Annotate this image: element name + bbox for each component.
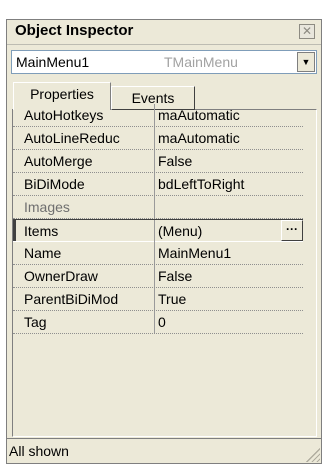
column-separator (154, 150, 155, 172)
component-name: MainMenu1 (16, 54, 90, 70)
property-value[interactable]: (Menu) (158, 223, 286, 239)
property-grid: AutoHotkeys maAutomatic AutoLineReduc ma… (13, 104, 303, 394)
property-row-autolinereduction[interactable]: AutoLineReduc maAutomatic (13, 127, 303, 150)
column-separator (154, 242, 155, 264)
property-name: ParentBiDiMod (24, 291, 119, 307)
column-separator (154, 288, 155, 310)
component-type: TMainMenu (164, 54, 238, 70)
ellipsis-button[interactable]: ··· (281, 220, 303, 241)
property-row-name[interactable]: Name MainMenu1 (13, 242, 303, 265)
property-name: Tag (24, 314, 47, 330)
property-name: OwnerDraw (24, 268, 98, 284)
property-value[interactable]: maAutomatic (158, 107, 286, 123)
property-value[interactable]: 0 (158, 314, 286, 330)
column-separator (154, 311, 155, 333)
property-row-images[interactable]: Images (13, 196, 303, 219)
column-separator (154, 127, 155, 149)
status-bar: All shown (7, 438, 321, 463)
property-row-parentbidimode[interactable]: ParentBiDiMod True (13, 288, 303, 311)
column-separator (154, 220, 155, 242)
close-icon[interactable]: ✕ (299, 24, 315, 39)
property-row-autohotkeys[interactable]: AutoHotkeys maAutomatic (13, 104, 303, 127)
column-separator (154, 196, 155, 218)
property-name: Images (24, 199, 70, 215)
property-value[interactable]: maAutomatic (158, 130, 286, 146)
selection-marker (13, 220, 16, 241)
property-value[interactable]: False (158, 153, 286, 169)
property-row-automerge[interactable]: AutoMerge False (13, 150, 303, 173)
property-value[interactable]: False (158, 268, 286, 284)
property-name: AutoHotkeys (24, 107, 104, 123)
property-row-tag[interactable]: Tag 0 (13, 311, 303, 334)
property-value[interactable]: bdLeftToRight (158, 176, 286, 192)
status-text: All shown (9, 443, 69, 459)
property-row-bidimode[interactable]: BiDiMode bdLeftToRight (13, 173, 303, 196)
property-name: Items (24, 223, 59, 239)
component-selector[interactable]: MainMenu1 TMainMenu ▼ (11, 50, 317, 74)
property-value[interactable]: True (158, 291, 286, 307)
column-separator (154, 173, 155, 195)
property-name: BiDiMode (24, 176, 85, 192)
property-row-ownerdraw[interactable]: OwnerDraw False (13, 265, 303, 288)
column-separator (154, 265, 155, 287)
chevron-down-icon[interactable]: ▼ (297, 52, 315, 72)
property-name: Name (24, 245, 62, 261)
title-bar[interactable]: Object Inspector ✕ (7, 20, 321, 45)
window-title: Object Inspector (15, 22, 134, 39)
property-row-items[interactable]: Items (Menu) ··· (13, 219, 303, 242)
resize-grip-icon[interactable] (306, 448, 320, 462)
property-name: AutoLineReduc (24, 130, 120, 146)
column-separator (154, 104, 155, 126)
property-name: AutoMerge (24, 153, 93, 169)
property-value[interactable]: MainMenu1 (158, 245, 286, 261)
